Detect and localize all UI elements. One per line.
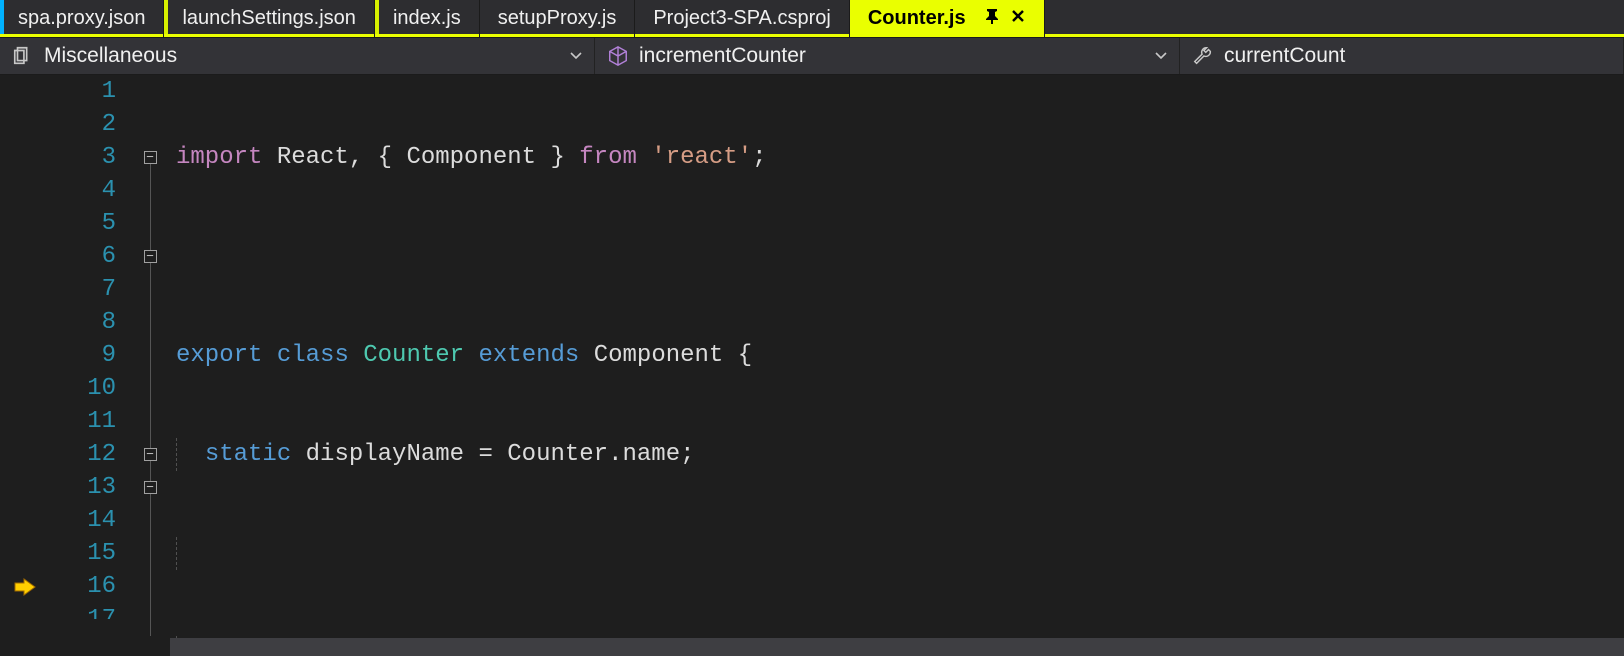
tab-label: index.js — [393, 7, 461, 30]
line-number: 7 — [50, 273, 116, 306]
tab-label: launchSettings.json — [182, 7, 355, 30]
line-number: 3 — [50, 141, 116, 174]
line-number: 15 — [50, 537, 116, 570]
tab-label: Project3-SPA.csproj — [653, 7, 830, 30]
line-number: 4 — [50, 174, 116, 207]
code-content[interactable]: import React, { Component } from 'react'… — [170, 75, 1624, 656]
code-line: import React, { Component } from 'react'… — [170, 141, 1624, 174]
tab-label: Counter.js — [868, 7, 966, 30]
line-number: 9 — [50, 339, 116, 372]
glyph-margin — [0, 75, 50, 656]
files-icon — [12, 45, 34, 67]
tab-filler — [1045, 0, 1624, 37]
code-line: static displayName = Counter.name; — [170, 438, 1624, 471]
line-numbers: 1 2 3 4 5 6 7 8 9 10 11 12 13 14 15 16 1… — [50, 75, 130, 656]
tab-bar: spa.proxy.json launchSettings.json index… — [0, 0, 1624, 37]
tab-setup-proxy[interactable]: setupProxy.js — [480, 0, 636, 37]
line-number: 16 — [50, 570, 116, 603]
line-number: 2 — [50, 108, 116, 141]
fold-toggle-icon[interactable]: − — [144, 481, 157, 494]
fold-toggle-icon[interactable]: − — [144, 151, 157, 164]
line-number: 11 — [50, 405, 116, 438]
cube-icon — [607, 45, 629, 67]
wrench-icon — [1192, 45, 1214, 67]
line-number: 17 — [50, 603, 116, 619]
code-editor[interactable]: 1 2 3 4 5 6 7 8 9 10 11 12 13 14 15 16 1… — [0, 75, 1624, 656]
horizontal-scrollbar[interactable] — [170, 638, 1624, 656]
nav-member-label: incrementCounter — [639, 44, 806, 68]
tab-csproj[interactable]: Project3-SPA.csproj — [635, 0, 849, 37]
code-line — [170, 240, 1624, 273]
tab-launch-settings[interactable]: launchSettings.json — [164, 0, 374, 37]
nav-scope-dropdown[interactable]: Miscellaneous — [0, 38, 595, 74]
line-number: 14 — [50, 504, 116, 537]
nav-scope-label: Miscellaneous — [44, 44, 177, 68]
line-number: 8 — [50, 306, 116, 339]
chevron-down-icon — [570, 44, 582, 68]
line-number: 6 — [50, 240, 116, 273]
fold-toggle-icon[interactable]: − — [144, 250, 157, 263]
tab-spa-proxy[interactable]: spa.proxy.json — [0, 0, 164, 37]
navigation-bar: Miscellaneous incrementCounter currentCo… — [0, 37, 1624, 75]
line-number: 10 — [50, 372, 116, 405]
close-icon[interactable] — [1010, 7, 1026, 30]
line-number: 12 — [50, 438, 116, 471]
pin-icon[interactable] — [984, 7, 1000, 30]
code-line — [170, 537, 1624, 570]
tab-label: spa.proxy.json — [18, 7, 145, 30]
current-statement-arrow-icon — [0, 570, 50, 603]
tab-index-js[interactable]: index.js — [375, 0, 480, 37]
nav-member-dropdown[interactable]: incrementCounter — [595, 38, 1180, 74]
tab-counter-js[interactable]: Counter.js — [850, 0, 1045, 37]
line-number: 13 — [50, 471, 116, 504]
line-number: 1 — [50, 75, 116, 108]
nav-field-dropdown[interactable]: currentCount — [1180, 38, 1624, 74]
fold-toggle-icon[interactable]: − — [144, 448, 157, 461]
line-number: 5 — [50, 207, 116, 240]
tab-label: setupProxy.js — [498, 7, 617, 30]
code-line: export class Counter extends Component { — [170, 339, 1624, 372]
chevron-down-icon — [1155, 44, 1167, 68]
fold-gutter: − − − − — [130, 75, 170, 656]
nav-field-label: currentCount — [1224, 44, 1345, 68]
